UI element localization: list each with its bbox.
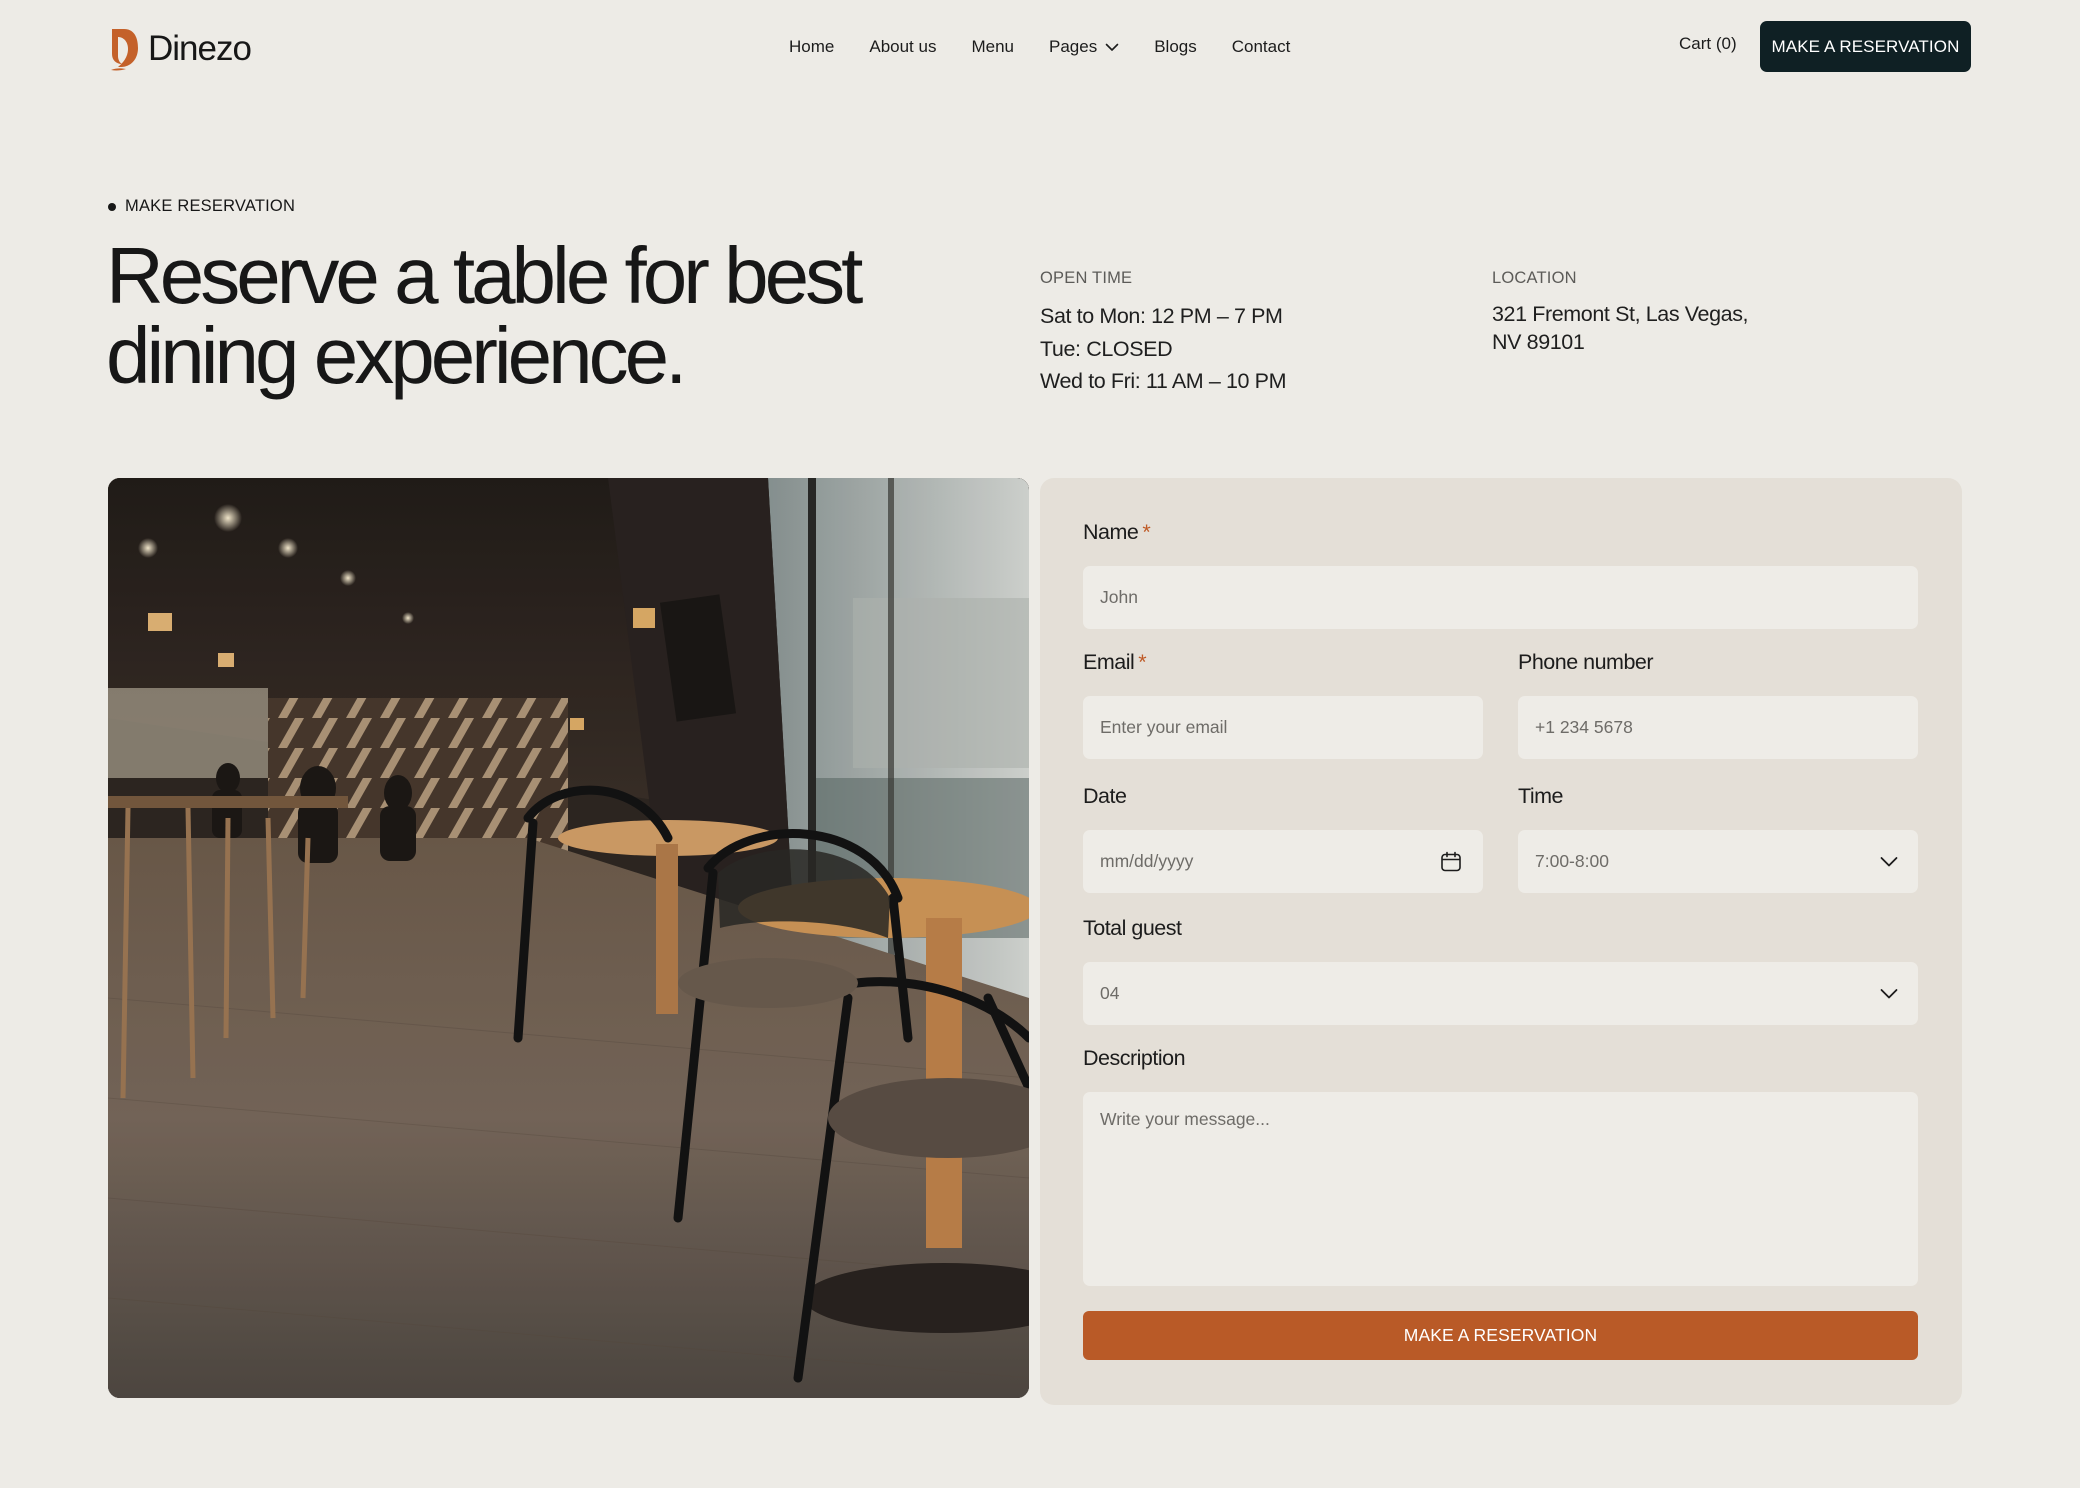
time-select[interactable]: 7:00-8:00 [1518, 830, 1918, 893]
main-nav: Home About us Menu Pages Blogs Contact [789, 34, 1290, 60]
calendar-icon[interactable] [1439, 850, 1463, 874]
location-address-line: 321 Fremont St, Las Vegas, [1492, 302, 1749, 326]
open-time-block: OPEN TIME Sat to Mon: 12 PM – 7 PM Tue: … [1040, 269, 1420, 398]
open-time-line: Sat to Mon: 12 PM – 7 PM [1040, 304, 1283, 328]
header-reservation-button[interactable]: MAKE A RESERVATION [1760, 21, 1971, 72]
phone-input[interactable]: +1 234 5678 [1518, 696, 1918, 759]
restaurant-interior-photo [108, 478, 1029, 1398]
name-label-text: Name [1083, 520, 1139, 544]
title-line-2: dining experience. [106, 311, 687, 400]
open-time-line: Tue: CLOSED [1040, 336, 1173, 361]
time-value: 7:00-8:00 [1535, 851, 1609, 871]
required-asterisk: * [1142, 520, 1151, 544]
chevron-down-icon [1880, 856, 1898, 866]
email-placeholder: Enter your email [1100, 717, 1228, 737]
email-label: Email * [1083, 650, 1147, 675]
date-input[interactable]: mm/dd/yyyy [1083, 830, 1483, 893]
guests-label: Total guest [1083, 916, 1182, 940]
guests-select[interactable]: 04 [1083, 962, 1918, 1025]
nav-blogs[interactable]: Blogs [1154, 37, 1197, 57]
email-label-text: Email [1083, 650, 1135, 674]
open-time-label: OPEN TIME [1040, 269, 1133, 287]
description-label: Description [1083, 1046, 1186, 1070]
nav-contact[interactable]: Contact [1232, 37, 1291, 57]
time-label: Time [1518, 784, 1563, 808]
location-block: LOCATION 321 Fremont St, Las Vegas, NV 8… [1492, 269, 1832, 356]
name-input[interactable]: John [1083, 566, 1918, 629]
name-label: Name * [1083, 520, 1151, 545]
restaurant-photo-illustration [108, 478, 1029, 1398]
nav-about[interactable]: About us [869, 37, 936, 57]
name-placeholder: John [1100, 587, 1138, 607]
chevron-down-icon [1105, 43, 1119, 51]
location-label: LOCATION [1492, 269, 1577, 287]
phone-placeholder: +1 234 5678 [1535, 717, 1633, 737]
page-title: Reserve a table for best dining experien… [106, 236, 986, 396]
required-asterisk: * [1138, 650, 1147, 674]
cart-link[interactable]: Cart (0) [1679, 34, 1737, 54]
nav-pages[interactable]: Pages [1049, 37, 1119, 57]
nav-menu[interactable]: Menu [971, 37, 1014, 57]
chevron-down-icon [1880, 988, 1898, 998]
open-time-line: Wed to Fri: 11 AM – 10 PM [1040, 369, 1287, 393]
section-eyebrow: MAKE RESERVATION [108, 197, 295, 216]
nav-home[interactable]: Home [789, 37, 834, 57]
title-line-1: Reserve a table for best [106, 231, 863, 320]
flame-logo-icon [111, 29, 138, 71]
bullet-dot-icon [108, 202, 116, 211]
site-header: Dinezo Home About us Menu Pages Blogs Co… [0, 0, 2080, 94]
brand-name: Dinezo [148, 29, 252, 68]
brand-logo[interactable]: Dinezo [108, 26, 252, 72]
phone-label: Phone number [1518, 650, 1654, 674]
location-address-line: NV 89101 [1492, 330, 1585, 354]
eyebrow-label: MAKE RESERVATION [125, 197, 296, 215]
reservation-form: Name * John Email * Enter your email Phone… [1040, 478, 1962, 1405]
description-textarea[interactable]: Write your message... [1083, 1092, 1918, 1286]
date-label: Date [1083, 784, 1127, 808]
email-input[interactable]: Enter your email [1083, 696, 1483, 759]
description-placeholder: Write your message... [1100, 1109, 1270, 1129]
guests-value: 04 [1100, 983, 1120, 1003]
submit-reservation-button[interactable]: MAKE A RESERVATION [1083, 1311, 1918, 1360]
date-placeholder: mm/dd/yyyy [1100, 851, 1194, 871]
nav-pages-label: Pages [1049, 37, 1098, 56]
